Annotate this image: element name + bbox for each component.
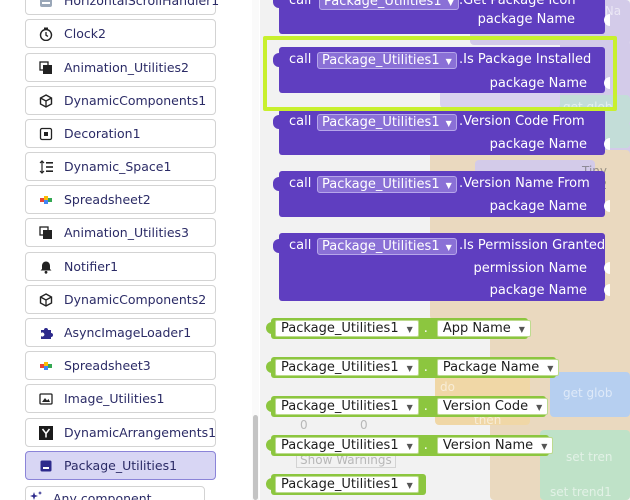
method-block-version-code-from[interactable]: call Package_Utilities1 ▼ .Version Code F… [273,109,610,155]
method-name: .Is Permission Granted [459,238,606,253]
cube-icon [39,292,53,307]
property-dropdown[interactable]: Package Name ▼ [436,359,560,376]
component-dropdown[interactable]: Package_Utilities1 ▼ [275,437,419,454]
component-label: Image_Utilities1 [64,391,165,406]
package-icon [39,459,53,473]
component-label: Animation_Utilities3 [64,225,189,240]
any-component-label: Any component [53,490,152,500]
spreadsheet-icon [39,193,53,207]
component-item[interactable]: AsyncImageLoader1 [25,318,216,347]
highlight-outline [263,36,617,111]
component-dropdown[interactable]: Package_Utilities1 ▼ [275,476,419,493]
component-label: Notifier1 [64,259,119,274]
sparkle-icon [29,490,43,500]
sidebar-scrollbar[interactable] [252,0,259,500]
property-dropdown[interactable]: Version Code ▼ [436,398,549,415]
component-dropdown[interactable]: Package_Utilities1 ▼ [317,176,457,193]
component-label: Dynamic_Space1 [64,159,172,174]
spreadsheet-icon [39,359,53,373]
call-keyword: call [289,0,312,8]
property-block-package-name[interactable]: Package_Utilities1 ▼ . Package Name ▼ [266,357,560,378]
scrollbar-thumb[interactable] [253,415,258,500]
component-dropdown[interactable]: Package_Utilities1 ▼ [275,398,419,415]
animation-icon [39,60,53,75]
component-label: Spreadsheet2 [64,192,151,207]
component-item[interactable]: DynamicComponents1 [25,86,216,115]
puzzle-icon [39,326,53,340]
component-label: HorizontalScrollHandler1 [64,0,220,8]
component-label: DynamicComponents2 [64,292,207,307]
component-dropdown[interactable]: Package_Utilities1 ▼ [317,114,457,131]
component-label: Spreadsheet3 [64,358,151,373]
background-text: set trend1 [550,485,612,499]
method-name: .Get Package Icon [459,0,576,8]
method-name: .Version Code From [459,114,585,129]
method-name: .Version Name From [459,176,590,191]
property-dropdown[interactable]: Version Name ▼ [436,437,554,454]
blocks-workspace[interactable]: leNa get glob Tiny DB2 do then get glob … [260,0,630,500]
bell-icon [39,260,53,274]
warning-count: 0 [300,418,308,432]
component-item[interactable]: HorizontalScrollHandler1 [25,0,220,15]
component-label: AsyncImageLoader1 [64,325,192,340]
animation-icon [39,225,53,240]
param-label: package Name [489,137,587,152]
property-block-version-code[interactable]: Package_Utilities1 ▼ . Version Code ▼ [266,396,549,417]
clock-icon [39,27,53,41]
param-label: package Name [489,199,587,214]
component-item[interactable]: Decoration1 [25,119,216,148]
param-label: package Name [489,283,587,298]
component-label: DynamicArrangements1 [64,425,217,440]
property-dropdown[interactable]: App Name ▼ [436,320,531,337]
property-block-version-name[interactable]: Package_Utilities1 ▼ . Version Name ▼ [266,435,554,456]
spacing-icon [39,159,53,174]
component-label: Clock2 [64,26,106,41]
background-text: do [440,380,455,394]
component-label: DynamicComponents1 [64,93,207,108]
component-label: Package_Utilities1 [64,458,178,473]
component-label: Decoration1 [64,126,141,141]
method-block-version-name-from[interactable]: call Package_Utilities1 ▼ .Version Name F… [273,171,610,217]
property-block-component[interactable]: Package_Utilities1 ▼ [266,474,426,495]
component-label: Animation_Utilities2 [64,60,189,75]
error-count: 0 [360,418,368,432]
component-dropdown[interactable]: Package_Utilities1 ▼ [319,0,459,10]
components-panel: HorizontalScrollHandler1 Clock2 Animatio… [0,0,250,500]
component-dropdown[interactable]: Package_Utilities1 ▼ [275,320,419,337]
call-keyword: call [289,176,312,191]
param-label: package Name [477,12,575,27]
decoration-icon [39,127,53,141]
component-dropdown[interactable]: Package_Utilities1 ▼ [275,359,419,376]
image-icon [39,392,53,406]
component-item[interactable]: Dynamic_Space1 [25,152,216,181]
component-item[interactable]: DynamicComponents2 [25,285,216,314]
component-item[interactable]: Image_Utilities1 [25,384,216,413]
call-keyword: call [289,114,312,129]
component-item[interactable]: Spreadsheet2 [25,185,216,214]
cube-icon [39,93,53,108]
property-block-app-name[interactable]: Package_Utilities1 ▼ . App Name ▼ [266,318,531,339]
y-logo-icon [39,425,53,440]
component-item[interactable]: Animation_Utilities2 [25,53,216,82]
call-keyword: call [289,238,312,253]
background-text: get glob [563,386,613,400]
background-text: set tren [566,450,613,464]
param-label: permission Name [473,261,587,276]
component-item[interactable]: Animation_Utilities3 [25,218,216,247]
any-component-item[interactable]: Any component [25,486,205,500]
method-block-is-permission-granted[interactable]: call Package_Utilities1 ▼ .Is Permission … [273,233,610,301]
component-item[interactable]: Spreadsheet3 [25,351,216,380]
component-item[interactable]: Clock2 [25,19,216,48]
component-item[interactable]: Notifier1 [25,252,216,281]
component-item[interactable]: DynamicArrangements1 [25,418,216,447]
method-block-get-package-icon[interactable]: call Package_Utilities1 ▼ .Get Package Ic… [273,0,610,34]
scroll-handler-icon [39,0,53,8]
component-item-selected[interactable]: Package_Utilities1 [25,451,216,480]
component-dropdown[interactable]: Package_Utilities1 ▼ [317,238,457,255]
